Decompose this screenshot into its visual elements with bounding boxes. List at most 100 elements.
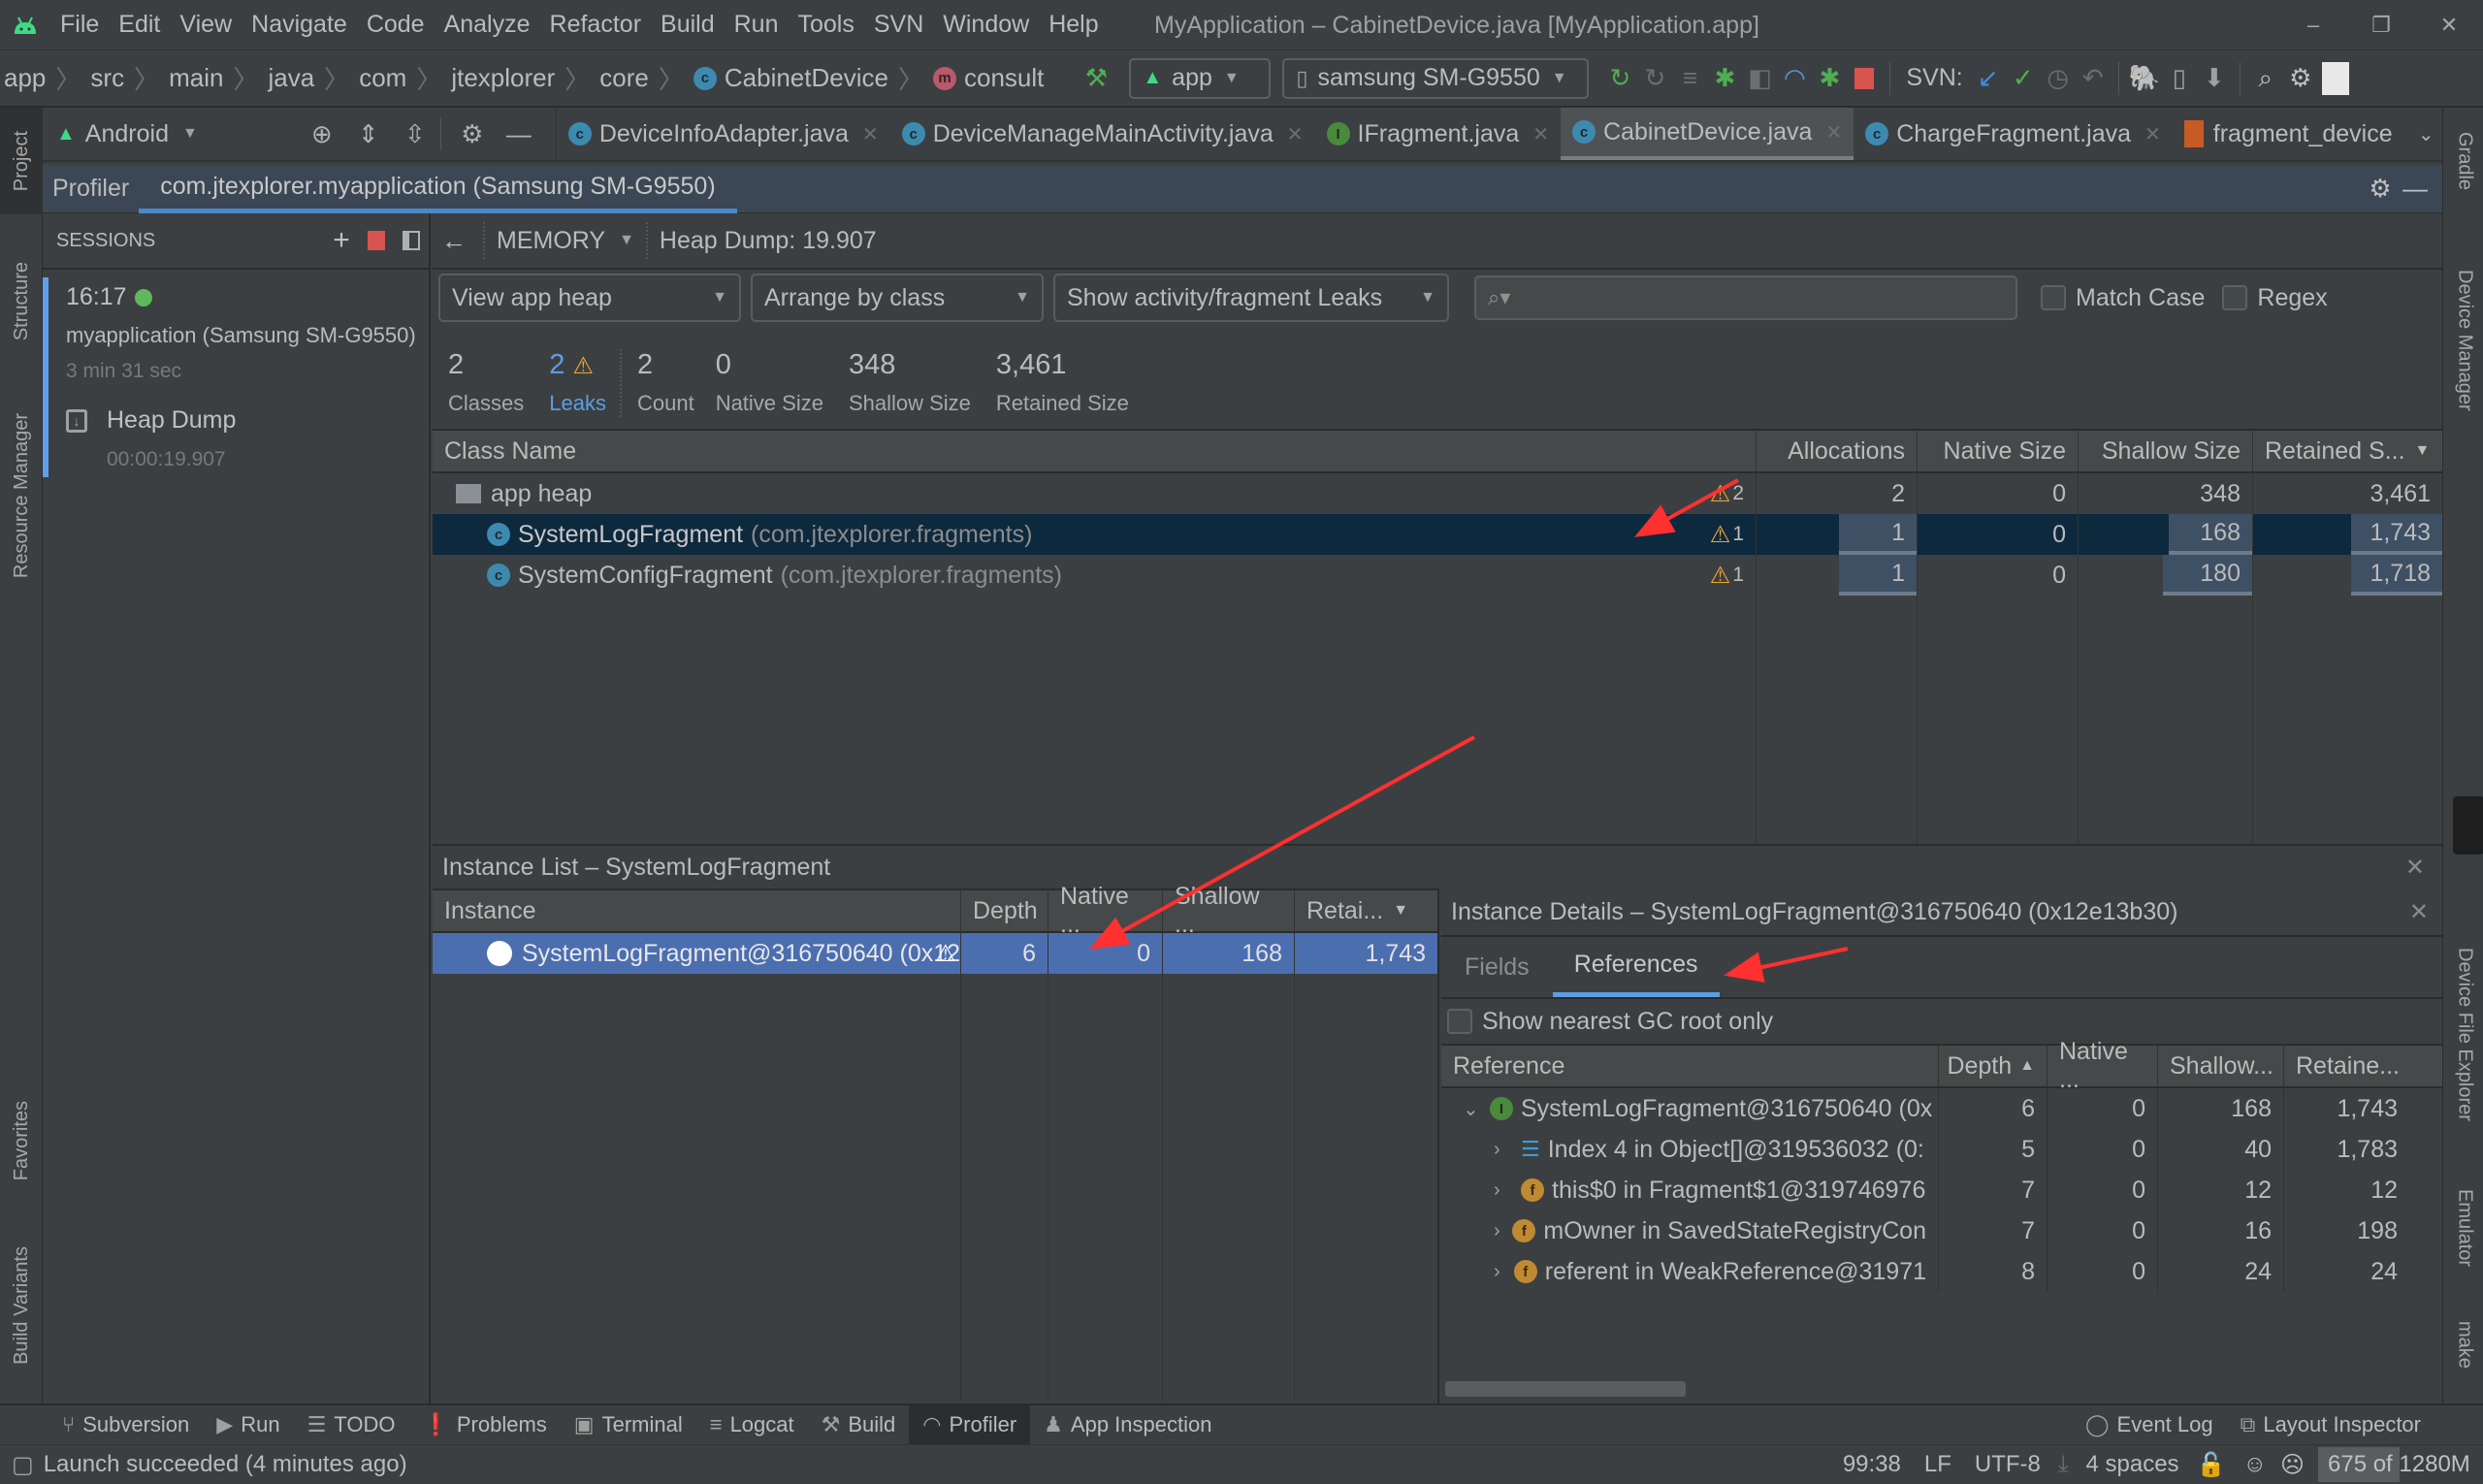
menu-svn[interactable]: SVN — [864, 0, 933, 50]
sad-feedback-icon[interactable]: ☹ — [2280, 1451, 2305, 1479]
close-tab-icon[interactable]: ✕ — [862, 122, 879, 146]
stripe-tab-make[interactable]: make — [2443, 1301, 2483, 1388]
hammer-build-icon[interactable]: ⚒ — [1079, 61, 1113, 96]
class-search-input[interactable]: ⌕▾ — [1474, 275, 2017, 320]
breadcrumb-item[interactable]: java — [268, 63, 314, 93]
apply-changes-restart-icon[interactable]: ↻ — [1602, 61, 1637, 96]
class-row-app-heap[interactable]: app heap ⚠ 2 2 0 348 3,461 — [433, 473, 2442, 514]
svn-history-icon[interactable]: ◷ — [2041, 61, 2076, 96]
chevron-right-icon[interactable]: › — [1494, 1261, 1502, 1283]
editor-tab[interactable]: c DeviceInfoAdapter.java ✕ — [557, 108, 890, 160]
breadcrumb-item[interactable]: app — [4, 63, 46, 93]
device-manager-icon[interactable]: ▯ — [2162, 61, 2197, 96]
editor-tab-active[interactable]: c CabinetDevice.java ✕ — [1561, 108, 1854, 160]
class-row-selected[interactable]: c SystemLogFragment (com.jtexplorer.frag… — [433, 514, 2442, 555]
settings-gear-icon[interactable]: ⚙ — [2283, 61, 2318, 96]
stripe-tab-gradle[interactable]: Gradle — [2443, 108, 2483, 214]
device-dropdown[interactable]: ▯ samsung SM-G9550 ▼ — [1282, 57, 1590, 99]
tool-problems[interactable]: ❗ Problems — [408, 1405, 560, 1444]
menu-code[interactable]: Code — [357, 0, 435, 50]
back-arrow-icon[interactable]: ← — [436, 223, 471, 258]
horizontal-scrollbar-thumb[interactable] — [1445, 1381, 1686, 1397]
profiler-settings-gear-icon[interactable]: ⚙ — [2363, 172, 2398, 207]
match-case-checkbox[interactable]: Match Case — [2041, 284, 2205, 312]
menu-build[interactable]: Build — [651, 0, 725, 50]
stripe-tab-resource-manager[interactable]: Resource Manager — [0, 394, 43, 597]
search-text[interactable] — [1518, 284, 1984, 311]
stop-icon[interactable] — [1847, 61, 1882, 96]
menu-navigate[interactable]: Navigate — [242, 0, 357, 50]
chevron-down-icon[interactable]: ⌄ — [1463, 1097, 1479, 1121]
menu-tools[interactable]: Tools — [788, 0, 863, 50]
heap-dump-artifact[interactable]: ↓ Heap Dump — [66, 406, 429, 435]
restore-button[interactable]: ❐ — [2347, 0, 2415, 50]
unlock-icon[interactable]: 🔓 — [2197, 1451, 2226, 1479]
col-retained[interactable]: Retai... ▼ — [1294, 889, 1437, 932]
stat-leaks[interactable]: 2 ⚠ Leaks — [549, 349, 606, 416]
tool-todo[interactable]: ☰ TODO — [294, 1405, 409, 1444]
breadcrumb-class[interactable]: c CabinetDevice — [693, 63, 888, 93]
stripe-tab-emulator[interactable]: Emulator — [2443, 1165, 2483, 1291]
chevron-right-icon[interactable]: › — [1494, 1139, 1509, 1161]
arrange-select[interactable]: Arrange by class ▼ — [751, 274, 1044, 322]
class-row[interactable]: c SystemConfigFragment (com.jtexplorer.f… — [433, 555, 2442, 596]
indent-setting[interactable]: 4 spaces — [2086, 1451, 2179, 1478]
add-session-plus-icon[interactable]: + — [324, 223, 359, 258]
col-native-size[interactable]: Native Size — [1917, 430, 2078, 472]
cursor-position[interactable]: 99:38 — [1843, 1451, 1901, 1478]
col-reference[interactable]: Reference — [1441, 1045, 1938, 1087]
reference-row[interactable]: › f referent in WeakReference@31971 8 0 24 24 — [1441, 1251, 2442, 1292]
tool-app-inspection[interactable]: ♟ App Inspection — [1030, 1405, 1225, 1444]
tool-terminal[interactable]: ▣ Terminal — [561, 1405, 696, 1444]
reference-row[interactable]: › f this$0 in Fragment$1@319746976 7 0 12 12 — [1441, 1170, 2442, 1210]
memory-indicator[interactable]: 675 of 1280M — [2318, 1447, 2473, 1482]
close-tab-icon[interactable]: ✕ — [2144, 122, 2161, 146]
editor-tab[interactable]: c ChargeFragment.java ✕ — [1854, 108, 2173, 160]
col-allocations[interactable]: Allocations — [1756, 430, 1917, 472]
checkbox-box[interactable] — [2041, 285, 2066, 310]
stripe-tab-build-variants[interactable]: Build Variants — [0, 1223, 43, 1388]
col-depth[interactable]: Depth — [960, 889, 1048, 932]
checkbox-box[interactable] — [2222, 285, 2248, 310]
regex-checkbox[interactable]: Regex — [2222, 284, 2328, 312]
gc-root-checkbox[interactable]: Show nearest GC root only — [1441, 999, 2442, 1044]
toggle-tool-windows-icon[interactable]: ▢ — [12, 1451, 34, 1479]
breadcrumb-item[interactable]: com — [359, 63, 406, 93]
col-shallow[interactable]: Shallow ... — [1162, 883, 1294, 938]
tool-build[interactable]: ⚒ Build — [808, 1405, 910, 1444]
instance-row-selected[interactable]: SystemLogFragment@316750640 (0x12e ⚠ 6 0… — [433, 933, 1437, 974]
file-encoding[interactable]: UTF-8 — [1975, 1451, 2041, 1478]
toggle-sessions-panel-icon[interactable] — [394, 223, 429, 258]
tool-event-log[interactable]: ◯ Event Log — [2072, 1405, 2227, 1444]
svn-commit-icon[interactable]: ✓ — [2006, 61, 2041, 96]
sdk-manager-icon[interactable]: ⬇ — [2197, 61, 2232, 96]
profiler-session-tab[interactable]: com.jtexplorer.myapplication (Samsung SM… — [139, 165, 737, 213]
close-instance-list-icon[interactable]: ✕ — [2405, 854, 2425, 882]
breadcrumb-item[interactable]: src — [90, 63, 124, 93]
project-settings-gear-icon[interactable]: ⚙ — [455, 116, 490, 151]
gradle-sync-icon[interactable]: 🐘 — [2127, 61, 2162, 96]
heap-select[interactable]: View app heap ▼ — [438, 274, 741, 322]
apply-changes-icon[interactable]: ≡ — [1672, 61, 1707, 96]
menu-help[interactable]: Help — [1039, 0, 1108, 50]
expand-all-icon[interactable]: ⇕ — [351, 116, 386, 151]
tool-subversion[interactable]: ⑂ Subversion — [48, 1405, 203, 1444]
editor-tab[interactable]: c DeviceManageMainActivity.java ✕ — [890, 108, 1315, 160]
col-native[interactable]: Native ... — [2047, 1038, 2157, 1093]
leak-filter-select[interactable]: Show activity/fragment Leaks ▼ — [1053, 274, 1449, 322]
coverage-icon[interactable]: ◧ — [1742, 61, 1777, 96]
line-separator[interactable]: LF — [1924, 1451, 1951, 1478]
menu-analyze[interactable]: Analyze — [435, 0, 540, 50]
col-class-name[interactable]: Class Name — [433, 430, 1756, 472]
profiler-type-dropdown[interactable]: MEMORY ▼ — [497, 227, 634, 255]
breadcrumb-method[interactable]: m consult — [932, 63, 1044, 93]
apply-code-changes-icon[interactable]: ↻ — [1637, 61, 1672, 96]
col-retained-size[interactable]: Retained S... ▼ — [2252, 430, 2442, 472]
close-details-icon[interactable]: ✕ — [2409, 898, 2429, 926]
col-depth[interactable]: Depth ▲ — [1938, 1045, 2047, 1087]
col-native[interactable]: Native ... — [1048, 883, 1162, 938]
session-item[interactable]: 16:17 myapplication (Samsung SM-G9550) 3… — [43, 277, 429, 477]
hide-profiler-icon[interactable]: — — [2398, 172, 2433, 207]
reference-row[interactable]: ⌄ I SystemLogFragment@316750640 (0x 6 0 168 1,… — [1441, 1088, 2442, 1129]
stripe-tab-device-manager[interactable]: Device Manager — [2443, 243, 2483, 437]
